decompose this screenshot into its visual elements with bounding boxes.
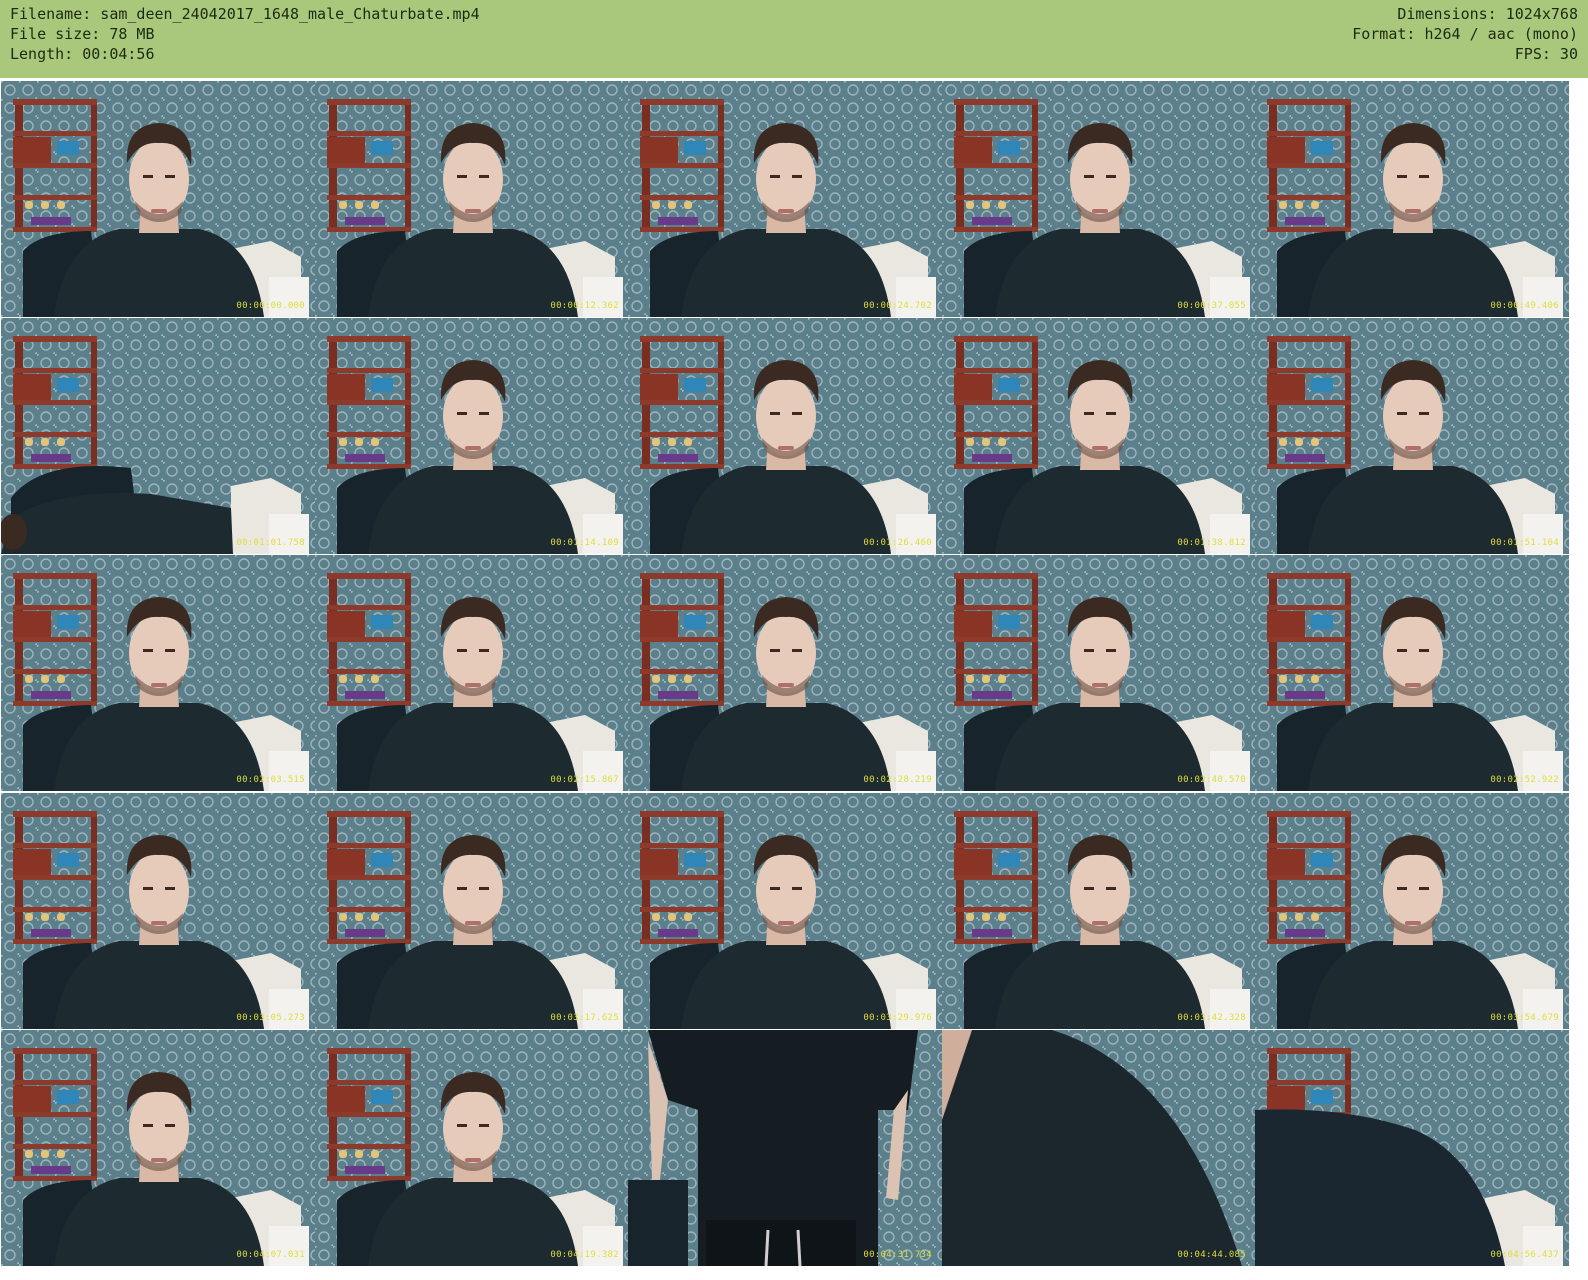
dimensions-label: Dimensions: 1024x768: [1397, 5, 1578, 23]
thumbnail-frame-image: [1255, 793, 1569, 1029]
thumbnail-frame-image: [315, 318, 629, 554]
thumbnail-frame-image: [315, 81, 629, 317]
video-thumbnail: 00:00:24.702: [628, 81, 942, 317]
thumbnail-timestamp: 00:03:42.328: [1177, 1013, 1246, 1023]
video-thumbnail: 00:01:26.460: [628, 318, 942, 554]
thumbnail-frame-image: [628, 318, 942, 554]
thumbnail-timestamp: 00:01:14.109: [550, 538, 619, 548]
thumbnail-timestamp: 00:04:19.382: [550, 1250, 619, 1260]
thumbnail-timestamp: 00:00:37.055: [1177, 301, 1246, 311]
video-thumbnail: 00:01:51.164: [1255, 318, 1569, 554]
video-thumbnail: 00:02:03.515: [1, 555, 315, 791]
video-thumbnail: 00:00:37.055: [942, 81, 1256, 317]
video-thumbnail: 00:01:01.758: [1, 318, 315, 554]
thumbnail-timestamp: 00:04:31.734: [863, 1250, 932, 1260]
video-thumbnail: 00:01:38.812: [942, 318, 1256, 554]
thumbnail-frame-image: [1255, 1030, 1569, 1266]
thumbnail-frame-image: [315, 793, 629, 1029]
thumbnail-frame-image: [628, 81, 942, 317]
thumbnail-grid: 00:00:00.000 00:00:12.362 00:00:24.702 0…: [0, 78, 1588, 1280]
thumbnail-frame-image: [942, 81, 1256, 317]
video-thumbnail: 00:03:42.328: [942, 793, 1256, 1029]
thumbnail-timestamp: 00:01:38.812: [1177, 538, 1246, 548]
video-thumbnail: 00:00:12.362: [315, 81, 629, 317]
thumbnail-timestamp: 00:03:17.625: [550, 1013, 619, 1023]
video-thumbnail: 00:01:14.109: [315, 318, 629, 554]
video-thumbnail: 00:04:31.734: [628, 1030, 942, 1266]
video-thumbnail: 00:04:44.085: [942, 1030, 1256, 1266]
thumbnail-timestamp: 00:01:26.460: [863, 538, 932, 548]
thumbnail-timestamp: 00:02:40.570: [1177, 775, 1246, 785]
thumbnail-timestamp: 00:04:07.031: [236, 1250, 305, 1260]
video-thumbnail: 00:02:15.867: [315, 555, 629, 791]
thumbnail-timestamp: 00:03:54.679: [1490, 1013, 1559, 1023]
video-thumbnail: 00:02:40.570: [942, 555, 1256, 791]
thumbnail-frame-image: [1, 81, 315, 317]
video-thumbnail: 00:04:19.382: [315, 1030, 629, 1266]
thumbnail-timestamp: 00:01:01.758: [236, 538, 305, 548]
thumbnail-timestamp: 00:00:00.000: [236, 301, 305, 311]
info-right: Dimensions: 1024x768 Format: h264 / aac …: [1352, 4, 1578, 64]
video-thumbnail: 00:02:52.922: [1255, 555, 1569, 791]
thumbnail-timestamp: 00:02:15.867: [550, 775, 619, 785]
thumbnail-timestamp: 00:00:49.406: [1490, 301, 1559, 311]
thumbnail-frame-image: [1255, 555, 1569, 791]
info-left: Filename: sam_deen_24042017_1648_male_Ch…: [10, 4, 480, 64]
filename-label: Filename: sam_deen_24042017_1648_male_Ch…: [10, 5, 480, 23]
video-thumbnail: 00:00:49.406: [1255, 81, 1569, 317]
video-thumbnail: 00:02:28.219: [628, 555, 942, 791]
thumbnail-frame-image: [1, 318, 315, 554]
thumbnail-frame-image: [628, 1030, 942, 1266]
thumbnail-frame-image: [1255, 318, 1569, 554]
thumbnail-timestamp: 00:02:28.219: [863, 775, 932, 785]
thumbnail-frame-image: [942, 318, 1256, 554]
video-thumbnail: 00:04:56.437: [1255, 1030, 1569, 1266]
video-thumbnail: 00:00:00.000: [1, 81, 315, 317]
thumbnail-frame-image: [942, 1030, 1256, 1266]
thumbnail-frame-image: [315, 555, 629, 791]
thumbnail-timestamp: 00:03:05.273: [236, 1013, 305, 1023]
thumbnail-frame-image: [1255, 81, 1569, 317]
format-label: Format: h264 / aac (mono): [1352, 25, 1578, 43]
thumbnail-timestamp: 00:00:12.362: [550, 301, 619, 311]
video-thumbnail: 00:03:29.976: [628, 793, 942, 1029]
thumbnail-frame-image: [628, 555, 942, 791]
thumbnail-timestamp: 00:02:03.515: [236, 775, 305, 785]
length-label: Length: 00:04:56: [10, 45, 155, 63]
thumbnail-timestamp: 00:02:52.922: [1490, 775, 1559, 785]
thumbnail-timestamp: 00:04:56.437: [1490, 1250, 1559, 1260]
thumbnail-timestamp: 00:04:44.085: [1177, 1250, 1246, 1260]
filesize-label: File size: 78 MB: [10, 25, 155, 43]
thumbnail-frame-image: [628, 793, 942, 1029]
video-thumbnail: 00:04:07.031: [1, 1030, 315, 1266]
thumbnail-timestamp: 00:03:29.976: [863, 1013, 932, 1023]
thumbnail-timestamp: 00:01:51.164: [1490, 538, 1559, 548]
thumbnail-frame-image: [1, 1030, 315, 1266]
thumbnail-timestamp: 00:00:24.702: [863, 301, 932, 311]
fps-label: FPS: 30: [1514, 45, 1578, 63]
thumbnail-frame-image: [315, 1030, 629, 1266]
thumbnail-frame-image: [1, 793, 315, 1029]
thumbnail-frame-image: [942, 555, 1256, 791]
video-thumbnail: 00:03:17.625: [315, 793, 629, 1029]
thumbnail-frame-image: [942, 793, 1256, 1029]
info-header: Filename: sam_deen_24042017_1648_male_Ch…: [0, 0, 1588, 78]
video-thumbnail: 00:03:05.273: [1, 793, 315, 1029]
video-thumbnail: 00:03:54.679: [1255, 793, 1569, 1029]
thumbnail-frame-image: [1, 555, 315, 791]
